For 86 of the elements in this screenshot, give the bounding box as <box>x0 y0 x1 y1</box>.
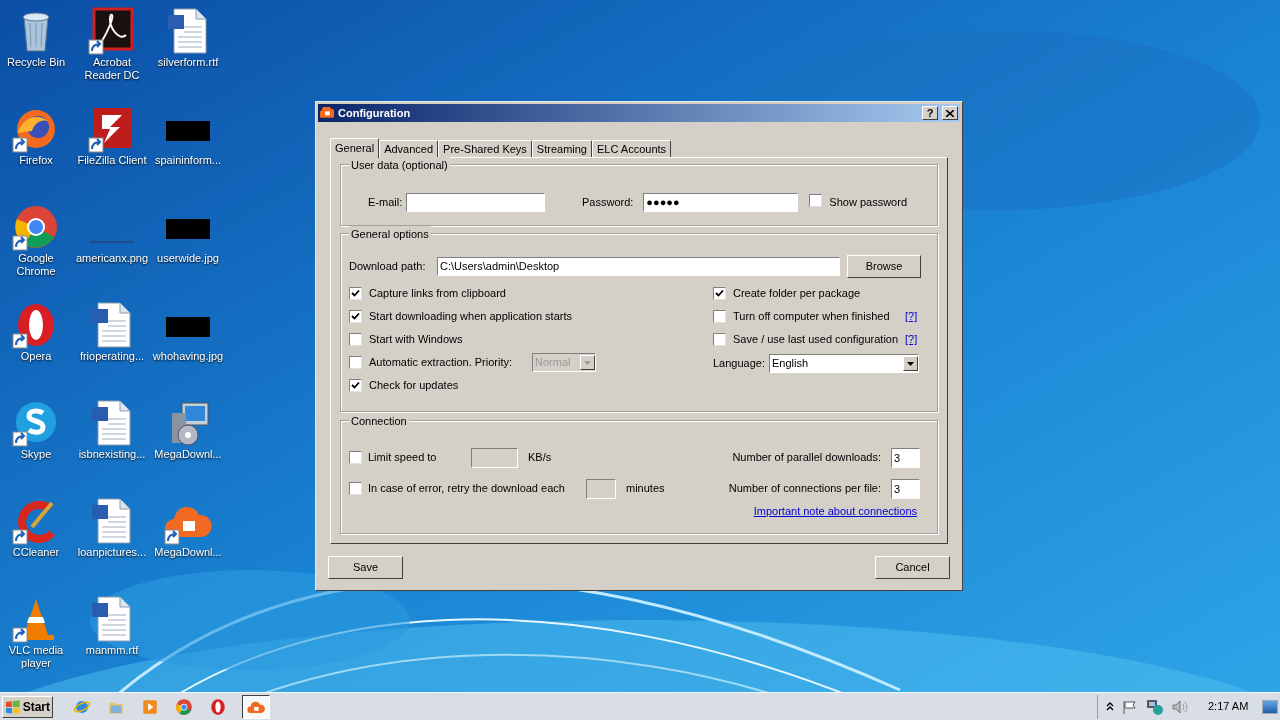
network-icon[interactable] <box>1146 698 1164 715</box>
checkbox-label: Save / use last used configuration <box>733 332 900 348</box>
checkbox[interactable] <box>349 287 362 300</box>
window-title: Configuration <box>338 105 411 121</box>
icon-label[interactable]: loanpictures... <box>74 546 150 559</box>
help-link[interactable]: [?] <box>905 331 918 348</box>
icon-label[interactable]: VLC media player <box>0 644 74 670</box>
icon-label[interactable]: FileZilla Client <box>74 154 150 167</box>
app-icon[interactable] <box>209 697 227 716</box>
help-link[interactable]: [?] <box>905 308 918 325</box>
field-label: Language: <box>713 356 765 372</box>
windows-logo-icon <box>5 699 21 714</box>
icon-label[interactable]: silverform.rtf <box>150 56 226 69</box>
password-field[interactable]: ●●●●● <box>643 192 799 212</box>
tab[interactable]: General <box>330 138 380 158</box>
browse-button[interactable]: Browse <box>847 254 921 278</box>
clock[interactable]: 2:17 AM <box>1208 698 1254 715</box>
checkbox-label: Show password <box>829 194 907 210</box>
icon-label[interactable]: spaininform... <box>150 154 226 167</box>
shortcut-app-icon[interactable] <box>12 203 60 251</box>
play-icon[interactable] <box>141 697 159 716</box>
icon-label[interactable]: whohaving.jpg <box>150 350 226 363</box>
dialog-button[interactable]: Save <box>328 556 403 579</box>
checkbox[interactable] <box>713 310 726 323</box>
icon-label[interactable]: Recycle Bin <box>0 56 74 69</box>
help-button[interactable]: ? <box>922 106 938 120</box>
unit-label: minutes <box>626 481 665 497</box>
task-button[interactable] <box>242 694 270 719</box>
checkbox-label: Start with Windows <box>369 332 463 348</box>
icon-label[interactable]: americanx.png <box>74 252 150 265</box>
icon-label[interactable]: MegaDownl... <box>150 546 226 559</box>
language-dropdown[interactable]: English <box>769 354 919 373</box>
cloud-icon <box>320 107 334 119</box>
close-button[interactable] <box>942 106 958 120</box>
field-label: Download path: <box>349 258 427 274</box>
app-icon[interactable] <box>175 697 193 716</box>
email-field[interactable] <box>406 192 545 212</box>
number-field[interactable]: 3 <box>891 478 920 499</box>
icon-label[interactable]: Google Chrome <box>0 252 74 278</box>
caret-icon <box>907 361 914 366</box>
chevron-icon[interactable] <box>1106 702 1114 711</box>
field-label: Number of connections per file: <box>728 481 881 497</box>
icon-label[interactable]: CCleaner <box>0 546 74 559</box>
checkbox-label: Check for updates <box>369 378 459 394</box>
field-label: Number of parallel downloads: <box>732 450 881 466</box>
path-field[interactable]: C:\Users\admin\Desktop <box>437 256 840 276</box>
checkbox-label: Start downloading when application starts <box>369 309 572 325</box>
dialog-button[interactable]: Cancel <box>875 556 950 579</box>
group-title: User data (optional) <box>349 157 450 174</box>
icon-label[interactable]: Acrobat Reader DC <box>74 56 150 82</box>
checkbox-label: In case of error, retry the download each <box>368 481 566 497</box>
icon-label[interactable]: Firefox <box>0 154 74 167</box>
checkbox[interactable] <box>713 333 726 346</box>
field-label: Password: <box>582 194 634 210</box>
checkbox-label: Create folder per package <box>733 286 862 302</box>
unit-label: KB/s <box>528 450 552 466</box>
close-icon <box>946 109 954 117</box>
checkbox[interactable] <box>349 379 362 392</box>
icon-label[interactable]: userwide.jpg <box>150 252 226 265</box>
icon-label[interactable]: manmm.rtf <box>74 644 150 657</box>
group-title: General options <box>349 226 431 243</box>
flag-icon[interactable] <box>1122 699 1138 714</box>
checkbox-label: Turn off computer when finished <box>733 309 891 325</box>
start-button[interactable]: Start <box>2 695 53 718</box>
checkbox[interactable] <box>809 194 823 207</box>
checkbox[interactable] <box>349 356 362 369</box>
note-link[interactable]: Important note about connections <box>753 503 917 520</box>
tab[interactable]: ELC Accounts <box>592 140 672 157</box>
tab[interactable]: Streaming <box>531 140 592 157</box>
checkbox-label: Limit speed to <box>368 450 438 466</box>
speaker-icon[interactable] <box>1172 699 1190 714</box>
number-field[interactable]: 3 <box>891 447 920 468</box>
show-desktop-button[interactable] <box>1262 699 1278 714</box>
icon-label[interactable]: frioperating... <box>74 350 150 363</box>
icon-label[interactable]: MegaDownl... <box>150 448 226 461</box>
caret-icon <box>584 360 591 365</box>
checkbox-label: Automatic extraction. Priority: <box>369 355 514 371</box>
tab[interactable]: Pre-Shared Keys <box>438 140 532 157</box>
icon-label[interactable]: Opera <box>0 350 74 363</box>
tab[interactable]: Advanced <box>379 140 439 157</box>
icon-label[interactable]: isbnexisting... <box>74 448 150 461</box>
checkbox[interactable] <box>349 310 362 323</box>
icon-label[interactable]: Skype <box>0 448 74 461</box>
checkbox[interactable] <box>713 287 726 300</box>
checkbox-label: Capture links from clipboard <box>369 286 506 302</box>
checkbox[interactable] <box>349 333 362 346</box>
